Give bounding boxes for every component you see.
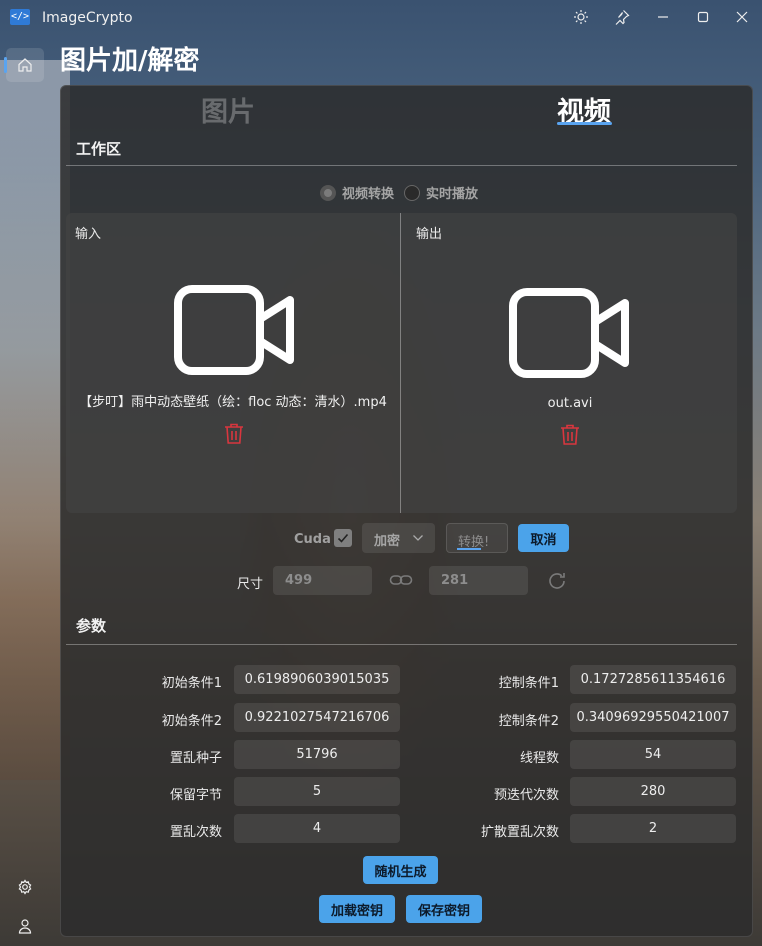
param-label-control1: 控制条件1	[498, 676, 559, 691]
nav-settings-button[interactable]	[6, 870, 44, 904]
radio-live-play-label: 实时播放	[426, 187, 479, 202]
width-input[interactable]: 499	[273, 566, 372, 595]
convert-button[interactable]: 转换!	[446, 523, 508, 553]
nav-home-button[interactable]	[4, 48, 44, 82]
mode-select-value: 加密	[374, 534, 401, 549]
main-panel: 图片 视频 工作区 视频转换 实时播放 输入 输出 【步叮】雨中动态壁纸（绘：f…	[60, 85, 753, 937]
gear-icon	[18, 879, 32, 895]
input-label: 输入	[75, 227, 102, 242]
radio-live-play[interactable]: 实时播放	[404, 183, 478, 202]
param-label-init1: 初始条件1	[161, 676, 222, 691]
nav-account-button[interactable]	[6, 909, 44, 943]
param-label-seed: 置乱种子	[169, 751, 222, 766]
link-aspect-button[interactable]	[389, 572, 413, 592]
nav-rail	[0, 36, 50, 946]
mode-select[interactable]: 加密	[362, 523, 435, 553]
pin-button[interactable]	[608, 4, 636, 30]
param-field-control1[interactable]: 0.1727285611354616	[570, 665, 736, 694]
pin-icon	[615, 10, 630, 25]
param-field-pre-iterations[interactable]: 280	[570, 777, 736, 806]
param-label-diffusion-count: 扩散置乱次数	[480, 825, 559, 840]
output-video-preview[interactable]	[509, 288, 631, 382]
refresh-icon	[549, 573, 565, 589]
workspace-divider	[66, 165, 737, 166]
chevron-down-icon	[413, 535, 423, 541]
param-label-init2: 初始条件2	[161, 714, 222, 729]
close-button[interactable]	[728, 4, 756, 30]
page-title: 图片加/解密	[60, 46, 200, 76]
input-delete-button[interactable]	[224, 423, 244, 449]
param-field-threads[interactable]: 54	[570, 740, 736, 769]
trash-icon	[561, 424, 579, 445]
tab-image[interactable]: 图片	[201, 90, 255, 129]
app-title: ImageCrypto	[42, 10, 133, 26]
sun-icon	[574, 10, 588, 24]
theme-toggle-button[interactable]	[567, 4, 595, 30]
checkmark-icon	[337, 533, 349, 543]
radio-video-convert[interactable]: 视频转换	[320, 183, 394, 202]
app-logo-icon: </>	[10, 9, 30, 25]
workspace-section-title: 工作区	[76, 140, 122, 158]
minimize-icon	[658, 16, 668, 18]
nav-selection-indicator	[4, 57, 7, 73]
title-bar: </> ImageCrypto	[0, 0, 762, 36]
output-file-name: out.avi	[547, 396, 593, 411]
convert-progress	[457, 548, 481, 550]
radio-video-convert-label: 视频转换	[342, 187, 395, 202]
param-label-keep-bytes: 保留字节	[169, 788, 222, 803]
param-field-seed[interactable]: 51796	[234, 740, 400, 769]
save-key-button[interactable]: 保存密钥	[406, 895, 482, 923]
param-label-threads: 线程数	[519, 751, 559, 766]
param-field-scramble-count[interactable]: 4	[234, 814, 400, 843]
output-label: 输出	[416, 227, 443, 242]
params-divider	[66, 644, 737, 645]
radio-dot-unselected	[404, 184, 421, 201]
output-delete-button[interactable]	[560, 424, 580, 450]
trash-icon	[225, 423, 243, 444]
minimize-button[interactable]	[649, 4, 677, 30]
width-value: 499	[285, 573, 313, 588]
close-icon	[736, 11, 748, 23]
radio-dot-selected	[320, 184, 336, 201]
param-field-control2[interactable]: 0.34096929550421007	[570, 703, 736, 732]
param-field-init2[interactable]: 0.9221027547216706	[234, 703, 400, 732]
maximize-icon	[697, 11, 709, 23]
maximize-button[interactable]	[689, 4, 717, 30]
tab-selected-indicator	[557, 122, 612, 125]
params-section-title: 参数	[76, 617, 107, 635]
video-camera-icon	[509, 288, 629, 378]
load-key-button[interactable]: 加载密钥	[319, 895, 395, 923]
param-field-diffusion-count[interactable]: 2	[570, 814, 736, 843]
random-generate-button[interactable]: 随机生成	[363, 856, 438, 884]
cancel-button[interactable]: 取消	[518, 524, 569, 552]
input-video-drop[interactable]	[174, 285, 296, 379]
height-value: 281	[441, 573, 469, 588]
reset-size-button[interactable]	[546, 570, 568, 596]
video-camera-icon	[174, 285, 294, 375]
param-label-pre-iterations: 预迭代次数	[493, 788, 559, 803]
param-label-scramble-count: 置乱次数	[169, 825, 222, 840]
input-file-name: 【步叮】雨中动态壁纸（绘：floc 动态：清水）.mp4	[79, 395, 387, 410]
io-area: 输入 输出 【步叮】雨中动态壁纸（绘：floc 动态：清水）.mp4 out.a…	[66, 213, 737, 513]
size-label: 尺寸	[237, 577, 264, 592]
cuda-checkbox[interactable]	[334, 529, 352, 547]
height-input[interactable]: 281	[429, 566, 528, 595]
cuda-label: Cuda	[294, 532, 331, 547]
home-icon	[18, 58, 32, 72]
param-label-control2: 控制条件2	[498, 714, 559, 729]
user-icon	[18, 919, 32, 934]
link-icon	[389, 575, 413, 585]
mode-radio-group: 视频转换 实时播放	[320, 183, 478, 202]
param-field-init1[interactable]: 0.6198906039015035	[234, 665, 400, 694]
param-field-keep-bytes[interactable]: 5	[234, 777, 400, 806]
io-divider	[400, 213, 401, 513]
